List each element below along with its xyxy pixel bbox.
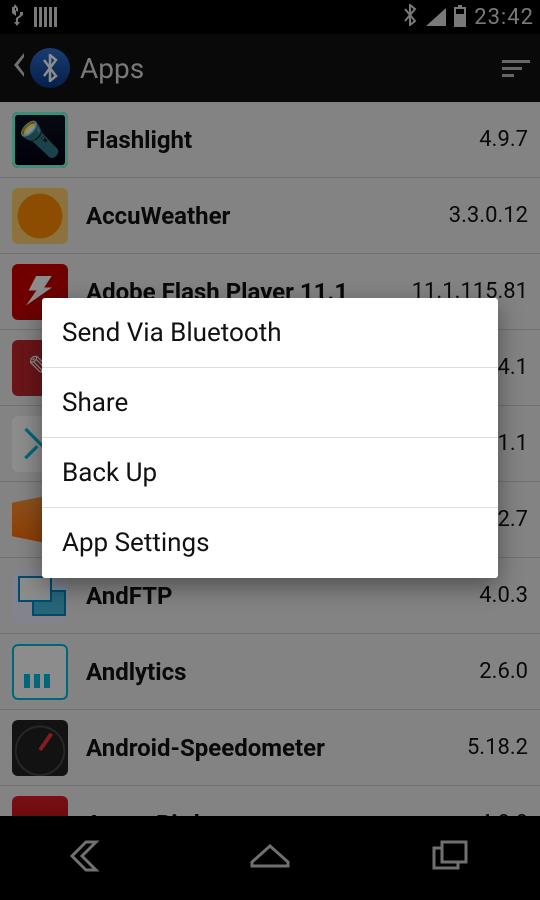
- menu-share[interactable]: Share: [42, 368, 498, 438]
- menu-app-settings[interactable]: App Settings: [42, 508, 498, 578]
- screen: 23:42 Apps Flashlight 4.9.7 AccuWeather …: [0, 0, 540, 900]
- context-menu: Send Via Bluetooth Share Back Up App Set…: [42, 298, 498, 578]
- menu-backup[interactable]: Back Up: [42, 438, 498, 508]
- menu-send-bluetooth[interactable]: Send Via Bluetooth: [42, 298, 498, 368]
